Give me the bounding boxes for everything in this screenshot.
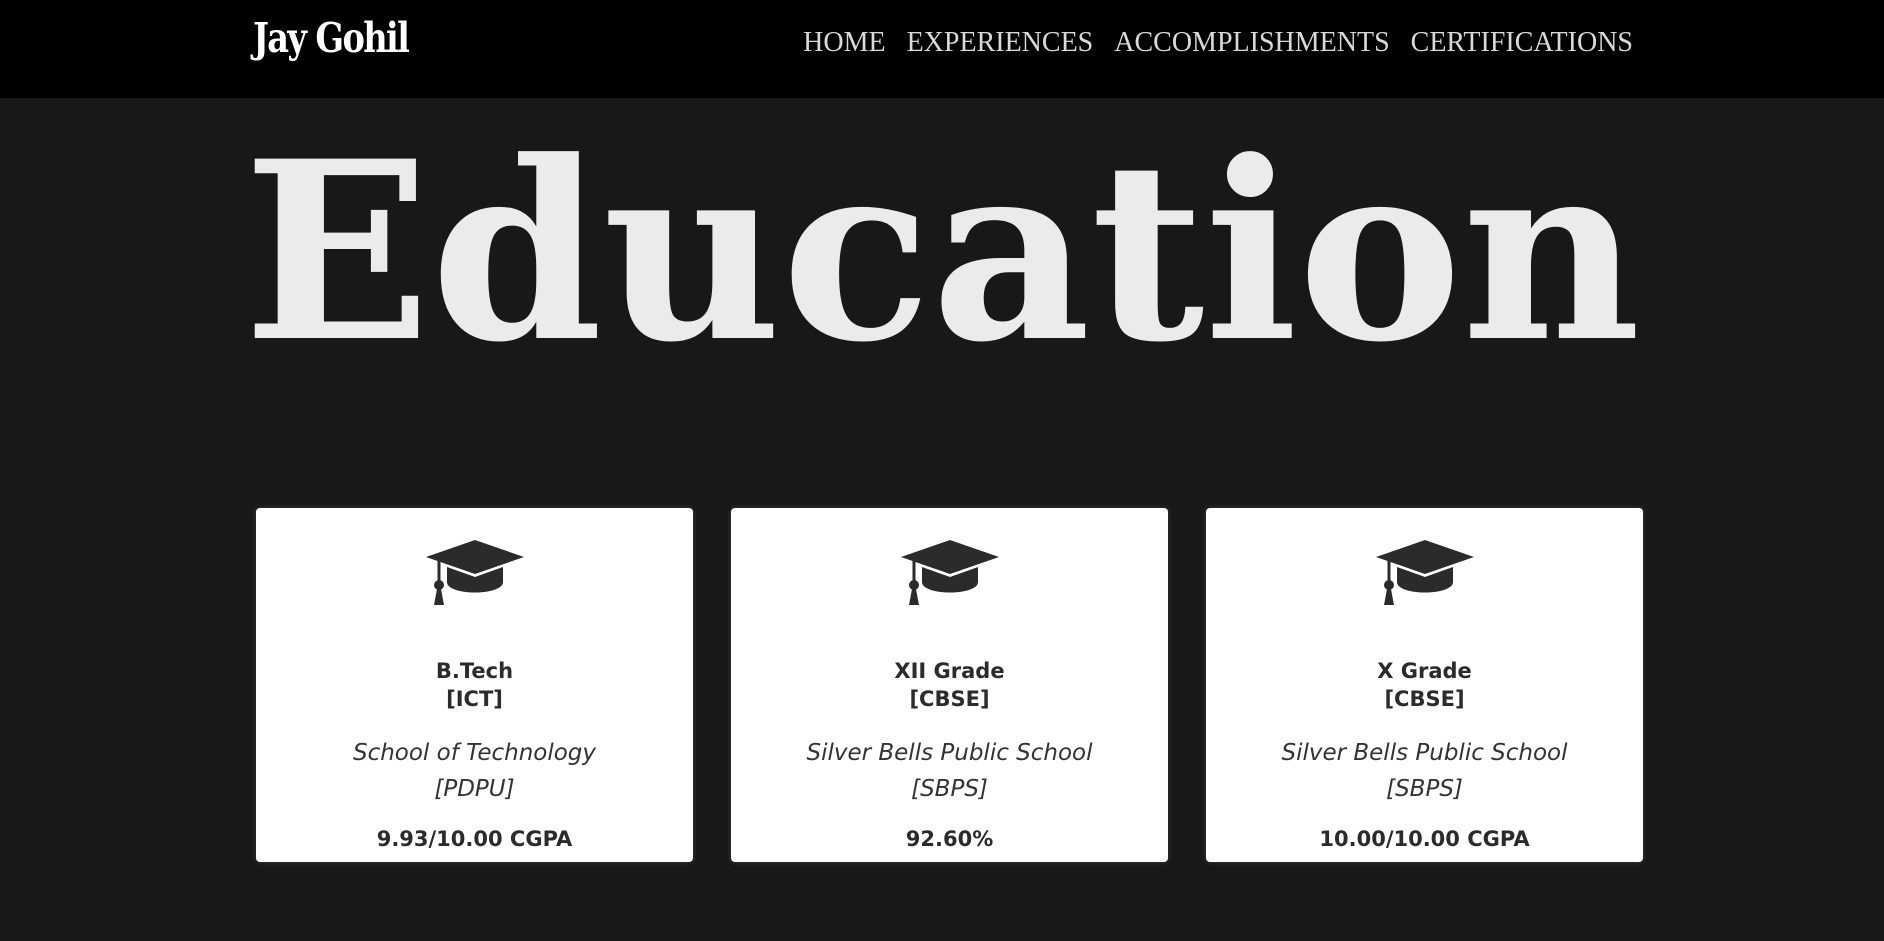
degree-title: B.Tech [ICT] [256, 657, 693, 713]
degree-field: [CBSE] [1384, 687, 1465, 711]
institution-abbr: [SBPS] [911, 776, 988, 802]
page-title: Education [243, 108, 1641, 397]
institution: Silver Bells Public School [SBPS] [1206, 735, 1643, 807]
graduation-cap-icon [1375, 540, 1474, 605]
institution: School of Technology [PDPU] [256, 735, 693, 807]
institution-name: Silver Bells Public School [806, 740, 1093, 766]
nav-link-accomplishments[interactable]: ACCOMPLISHMENTS [1114, 27, 1389, 59]
degree-field: [CBSE] [909, 687, 990, 711]
degree-name: B.Tech [435, 659, 514, 683]
degree-name: XII Grade [894, 659, 1005, 683]
education-card-btech: B.Tech [ICT] School of Technology [PDPU]… [256, 508, 693, 862]
graduation-cap-icon [425, 540, 524, 605]
degree-field: [ICT] [446, 687, 503, 711]
institution-abbr: [SBPS] [1386, 776, 1463, 802]
graduation-cap-icon [900, 540, 999, 605]
institution-name: School of Technology [352, 740, 597, 766]
degree-title: X Grade [CBSE] [1206, 657, 1643, 713]
score: 92.60% [905, 827, 994, 851]
nav-link-certifications[interactable]: CERTIFICATIONS [1411, 27, 1633, 59]
degree-name: X Grade [1377, 659, 1472, 683]
institution-name: Silver Bells Public School [1281, 740, 1568, 766]
brand-logo[interactable]: Jay Gohil [253, 14, 410, 62]
institution-abbr: [PDPU] [434, 776, 515, 802]
score: 10.00/10.00 CGPA [1319, 827, 1530, 851]
education-card-x: X Grade [CBSE] Silver Bells Public Schoo… [1206, 508, 1643, 862]
score: 9.93/10.00 CGPA [376, 827, 573, 851]
navbar: Jay Gohil HOME EXPERIENCES ACCOMPLISHMEN… [0, 0, 1884, 98]
degree-title: XII Grade [CBSE] [731, 657, 1168, 713]
nav-link-home[interactable]: HOME [803, 27, 885, 59]
institution: Silver Bells Public School [SBPS] [731, 735, 1168, 807]
nav-menu: HOME EXPERIENCES ACCOMPLISHMENTS CERTIFI… [803, 27, 1633, 59]
education-cards: B.Tech [ICT] School of Technology [PDPU]… [256, 508, 1643, 862]
nav-link-experiences[interactable]: EXPERIENCES [907, 27, 1094, 59]
education-card-xii: XII Grade [CBSE] Silver Bells Public Sch… [731, 508, 1168, 862]
